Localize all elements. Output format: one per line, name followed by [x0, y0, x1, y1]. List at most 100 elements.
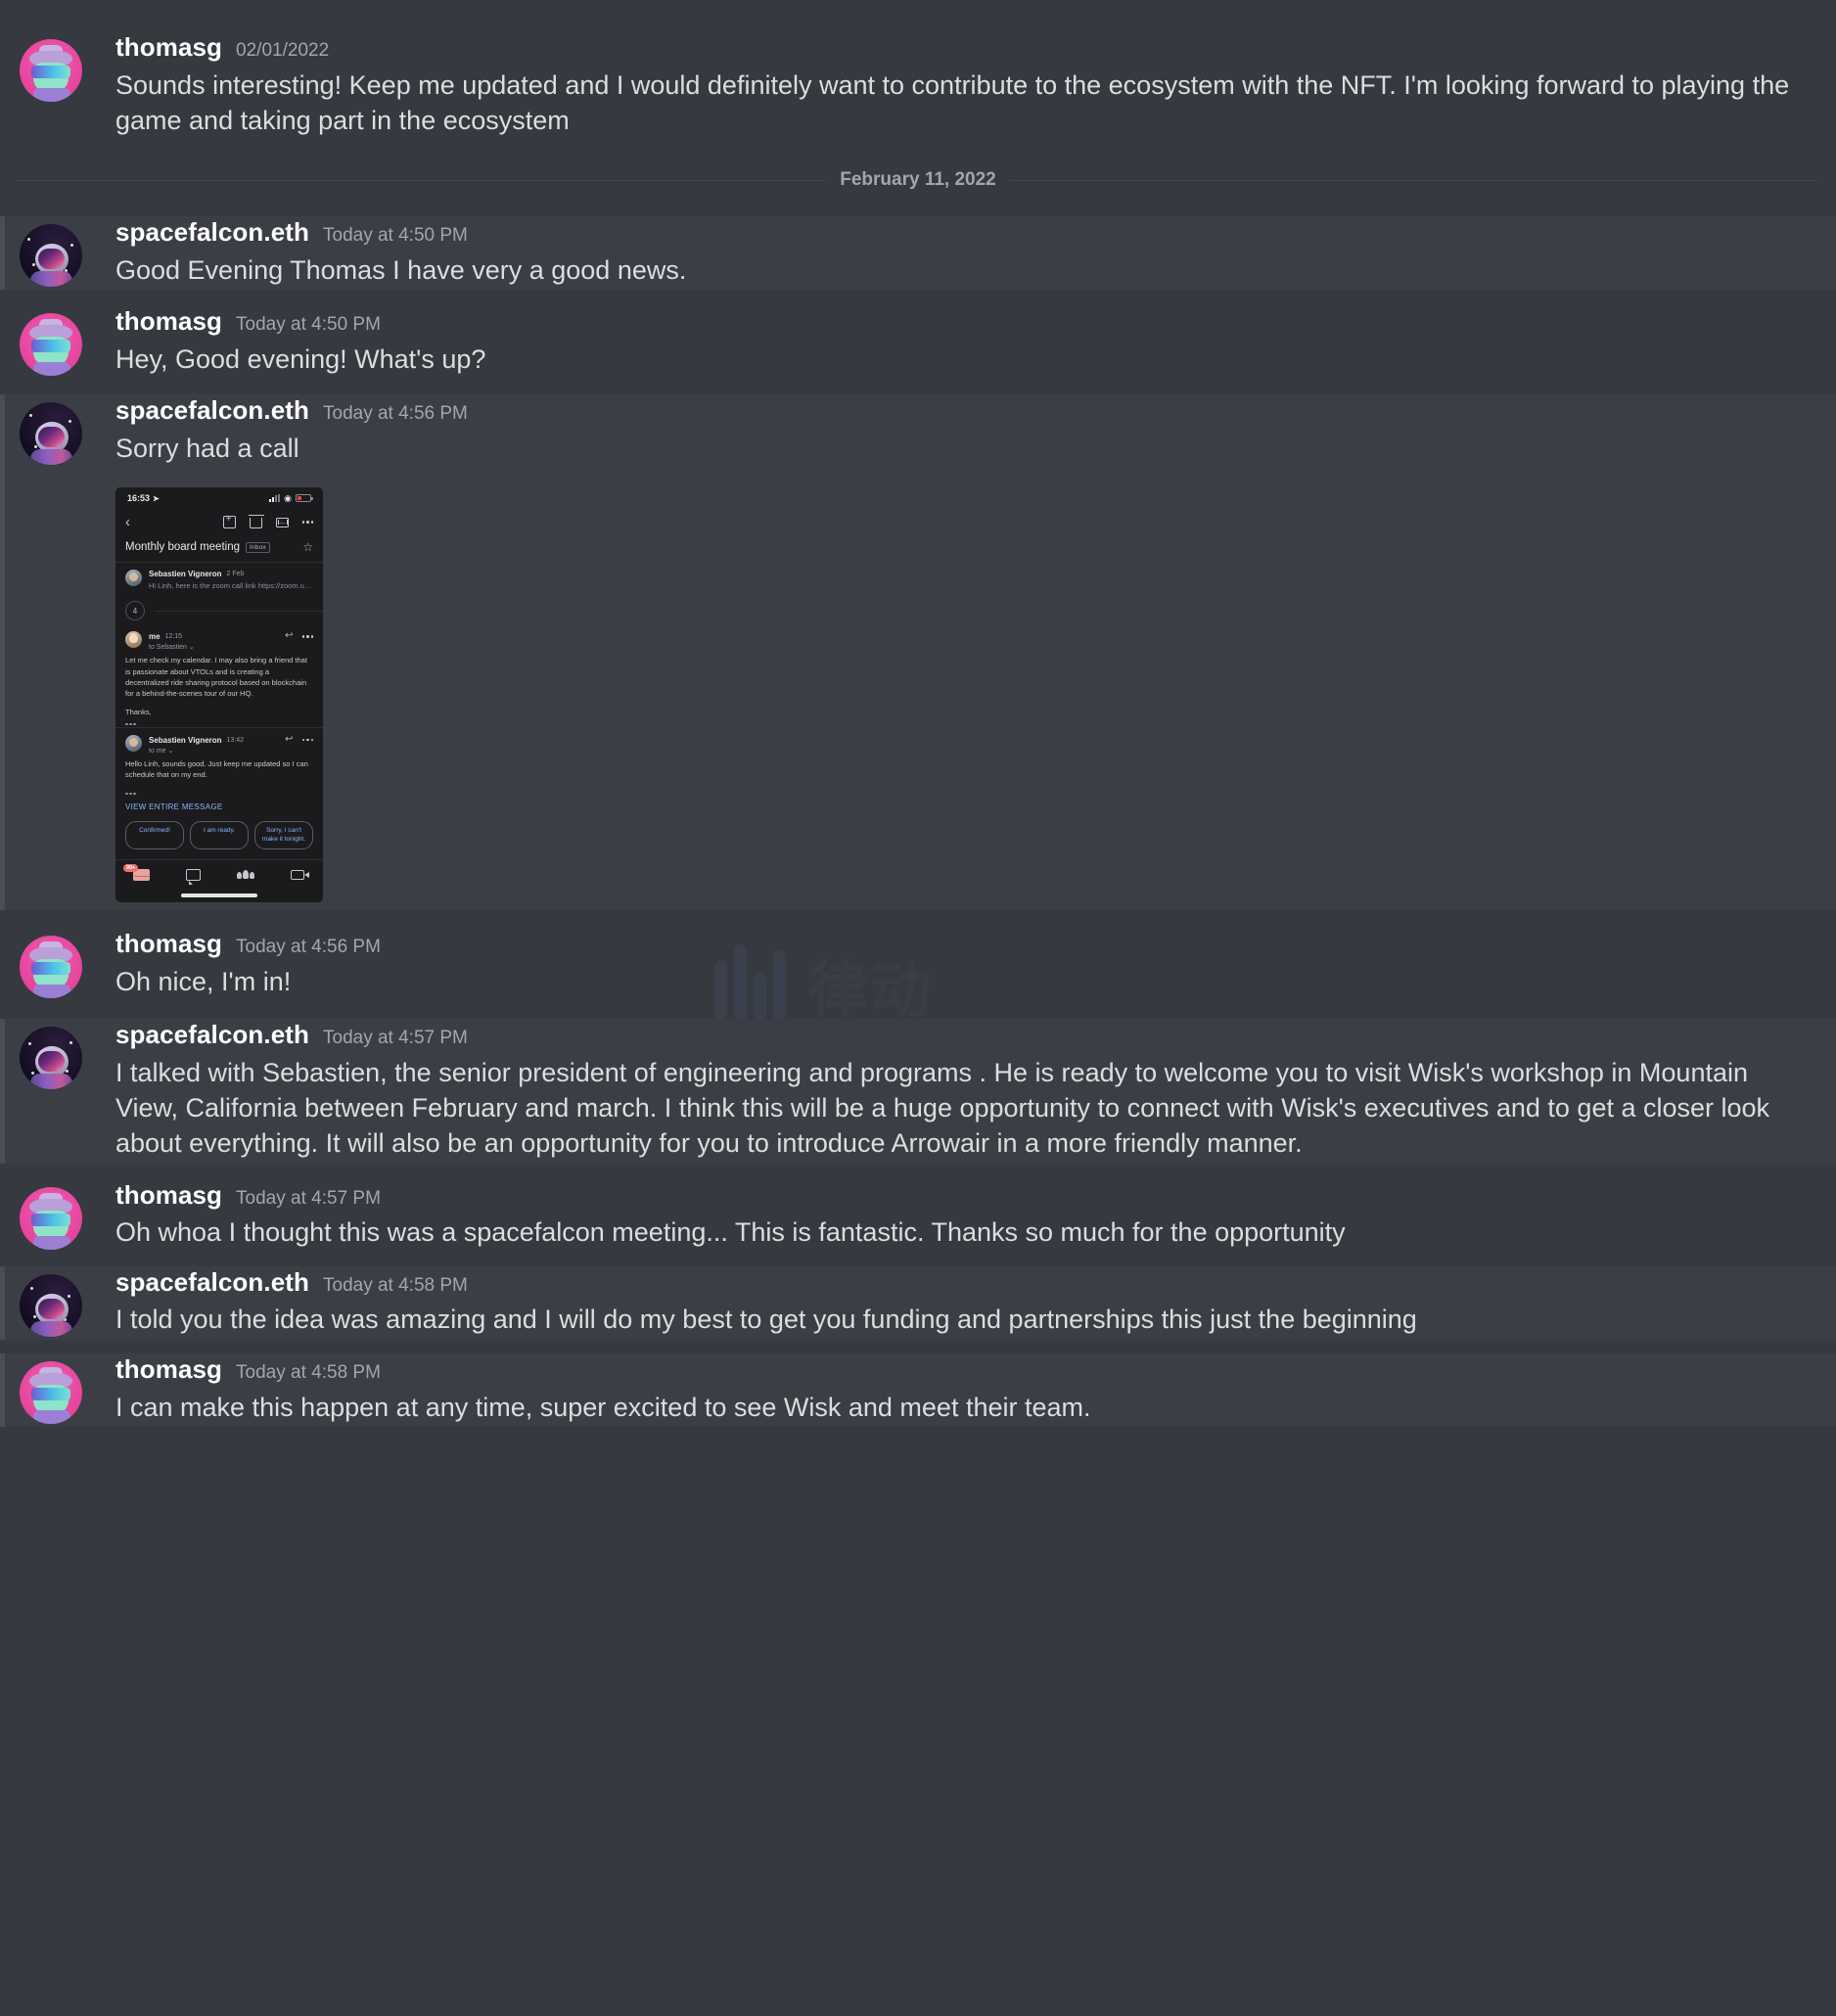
- email-thread-item[interactable]: Sebastien Vigneron 2 Feb Hi Linh, here i…: [115, 563, 323, 597]
- message-text: I talked with Sebastien, the senior pres…: [115, 1058, 1777, 1159]
- avatar[interactable]: [20, 313, 82, 377]
- message-text: Good Evening Thomas I have very a good n…: [115, 255, 687, 286]
- wifi-icon: ◉: [284, 492, 292, 503]
- avatar[interactable]: [20, 1186, 82, 1250]
- trimmed-content-button[interactable]: [115, 718, 323, 728]
- email-subject-row: Monthly board meeting Inbox ☆: [115, 534, 323, 562]
- smart-reply-chips: Confirmed! I am ready. Sorry, I can't ma…: [115, 815, 323, 859]
- avatar[interactable]: [20, 1273, 82, 1337]
- back-chevron-icon[interactable]: ‹: [125, 515, 130, 529]
- message-author[interactable]: thomasg: [115, 1355, 222, 1384]
- status-bar-time: 16:53: [127, 493, 151, 504]
- nav-meet[interactable]: [271, 869, 323, 880]
- message-row[interactable]: spacefalcon.eth Today at 4:56 PM Sorry h…: [0, 394, 1836, 911]
- message-text: Oh whoa I thought this was a spacefalcon…: [115, 1217, 1346, 1248]
- message-row[interactable]: thomasg Today at 4:57 PM Oh whoa I thoug…: [0, 1179, 1836, 1253]
- message-timestamp: Today at 4:57 PM: [323, 1028, 468, 1049]
- reply-arrow-icon[interactable]: ↩: [285, 631, 293, 641]
- message-author[interactable]: spacefalcon.eth: [115, 396, 309, 425]
- message-timestamp: Today at 4:56 PM: [236, 937, 381, 958]
- avatar: [125, 735, 142, 753]
- more-options-icon[interactable]: [301, 635, 313, 638]
- view-entire-message-link[interactable]: VIEW ENTIRE MESSAGE: [115, 797, 323, 815]
- sent-time: 13:42: [226, 736, 245, 744]
- clipped-previous-message: [0, 0, 1836, 29]
- message-author[interactable]: spacefalcon.eth: [115, 218, 309, 247]
- nav-chat[interactable]: [167, 868, 219, 885]
- nav-rooms[interactable]: [219, 870, 271, 880]
- message-timestamp: Today at 4:58 PM: [236, 1361, 381, 1383]
- message-row[interactable]: thomasg Today at 4:50 PM Hey, Good eveni…: [0, 305, 1836, 379]
- email-message-sebastien[interactable]: Sebastien Vigneron 13:42 ↩ to me ⌄: [115, 728, 323, 755]
- smart-reply-decline[interactable]: Sorry, I can't make it tonight.: [254, 821, 313, 850]
- location-arrow-icon: ➤: [153, 493, 160, 503]
- email-message-me[interactable]: me 12:15 ↩ to Sebastien ⌄: [115, 624, 323, 651]
- message-snippet: Hi Linh, here is the zoom call link http…: [149, 581, 313, 591]
- trash-icon[interactable]: [248, 514, 264, 528]
- avatar[interactable]: [20, 224, 82, 288]
- battery-low-icon: [296, 494, 313, 503]
- email-body-me: Let me check my calendar. I may also bri…: [125, 656, 307, 699]
- discord-chat-view: 律动 BLOCKBEATS thomasg 02/01/2022 Sounds …: [0, 0, 1836, 2016]
- message-row[interactable]: thomasg Today at 4:58 PM I can make this…: [0, 1352, 1836, 1427]
- email-toolbar: ‹: [115, 509, 323, 534]
- reply-arrow-icon[interactable]: ↩: [285, 735, 293, 745]
- smart-reply-ready[interactable]: I am ready.: [190, 821, 249, 850]
- message-author[interactable]: spacefalcon.eth: [115, 1021, 309, 1049]
- phone-bottom-nav: 99+: [115, 859, 323, 889]
- message-text: I can make this happen at any time, supe…: [115, 1392, 1091, 1422]
- message-timestamp: Today at 4:57 PM: [236, 1187, 381, 1209]
- message-author[interactable]: spacefalcon.eth: [115, 1267, 309, 1297]
- message-author[interactable]: thomasg: [115, 307, 222, 336]
- nav-mail[interactable]: 99+: [115, 863, 167, 881]
- message-text: I told you the idea was amazing and I wi…: [115, 1305, 1417, 1335]
- email-subject: Monthly board meeting: [125, 541, 240, 554]
- smart-reply-confirmed[interactable]: Confirmed!: [125, 821, 184, 850]
- more-options-icon[interactable]: [301, 521, 313, 524]
- avatar[interactable]: [20, 402, 82, 466]
- mail-unread-badge: 99+: [123, 863, 139, 872]
- avatar[interactable]: [20, 1360, 82, 1424]
- message-row[interactable]: thomasg 02/01/2022 Sounds interesting! K…: [0, 29, 1836, 140]
- message-timestamp: Today at 4:50 PM: [236, 314, 381, 336]
- avatar[interactable]: [20, 936, 82, 999]
- message-author[interactable]: thomasg: [115, 930, 222, 958]
- envelope-icon[interactable]: [275, 518, 289, 528]
- message-author[interactable]: thomasg: [115, 1180, 222, 1210]
- trimmed-content-button[interactable]: [115, 781, 323, 798]
- star-outline-icon[interactable]: ☆: [302, 540, 313, 554]
- avatar: [125, 570, 142, 587]
- collapsed-messages-row[interactable]: 4: [115, 597, 323, 624]
- inbox-label: Inbox: [245, 541, 270, 553]
- archive-icon[interactable]: [222, 514, 236, 528]
- phone-status-bar: 16:53 ➤ ◉: [115, 487, 323, 509]
- rooms-icon: [236, 870, 254, 880]
- chevron-down-icon: ⌄: [167, 748, 174, 756]
- chevron-down-icon: ⌄: [188, 644, 195, 652]
- message-timestamp: Today at 4:50 PM: [323, 225, 468, 247]
- avatar[interactable]: [20, 39, 82, 102]
- sender-name: Sebastien Vigneron: [149, 570, 222, 579]
- avatar[interactable]: [20, 1027, 82, 1090]
- message-text: Oh nice, I'm in!: [115, 966, 292, 996]
- message-row[interactable]: thomasg Today at 4:56 PM Oh nice, I'm in…: [0, 928, 1836, 1001]
- message-row[interactable]: spacefalcon.eth Today at 4:50 PM Good Ev…: [0, 216, 1836, 291]
- message-row[interactable]: spacefalcon.eth Today at 4:58 PM I told …: [0, 1265, 1836, 1340]
- message-text: Sounds interesting! Keep me updated and …: [115, 69, 1797, 136]
- image-attachment-email-screenshot[interactable]: 16:53 ➤ ◉ ‹ + Monthly board meeting Inbo…: [115, 487, 323, 903]
- date-divider-label: February 11, 2022: [840, 169, 996, 191]
- recipient-line[interactable]: to me ⌄: [149, 747, 313, 755]
- recipient-line[interactable]: to Sebastien ⌄: [149, 643, 313, 651]
- sender-name: me: [149, 631, 161, 641]
- message-author[interactable]: thomasg: [115, 33, 222, 62]
- video-icon: [290, 869, 309, 880]
- message-row[interactable]: spacefalcon.eth Today at 4:57 PM I talke…: [0, 1019, 1836, 1164]
- message-timestamp: Today at 4:56 PM: [323, 403, 468, 425]
- avatar: [125, 631, 142, 649]
- more-options-icon[interactable]: [301, 738, 313, 742]
- sender-name: Sebastien Vigneron: [149, 735, 222, 745]
- message-timestamp: Today at 4:58 PM: [323, 1274, 468, 1296]
- sent-time: 12:15: [164, 632, 183, 640]
- collapsed-message-count[interactable]: 4: [125, 601, 145, 621]
- email-body-sebastien: Hello Linh, sounds good. Just keep me up…: [125, 759, 308, 780]
